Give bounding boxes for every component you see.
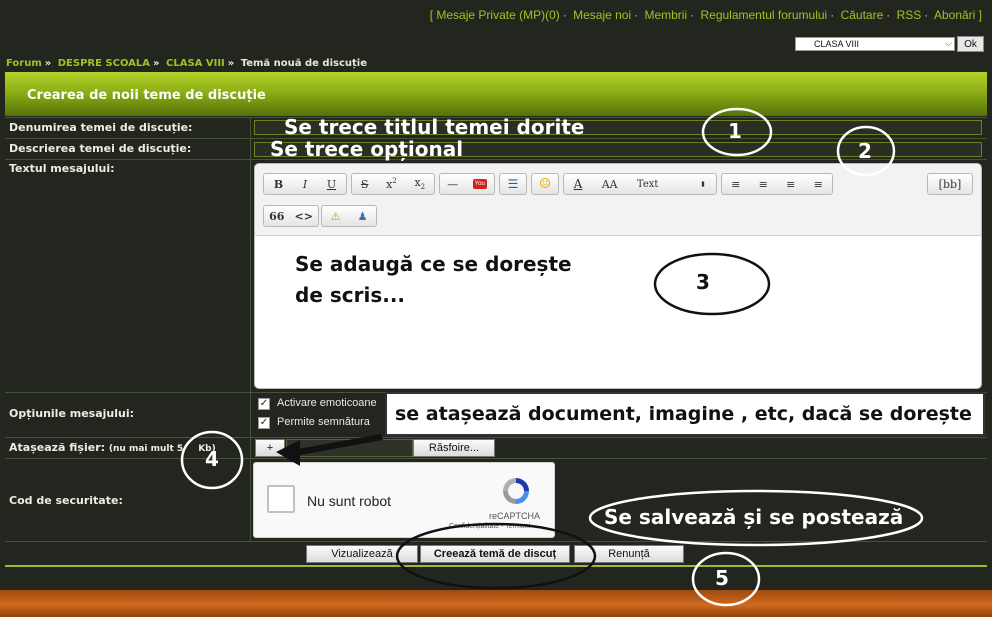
browse-button[interactable]: Răsfoire... <box>413 439 495 457</box>
signature-checkbox[interactable]: ✓ <box>258 417 270 429</box>
quote-code-group: 66 <> <box>263 205 319 227</box>
bold-button[interactable]: B <box>274 178 283 191</box>
add-attachment-button[interactable]: + <box>255 439 285 457</box>
row-divider <box>5 458 987 459</box>
cancel-button[interactable]: Renunță <box>574 545 684 563</box>
row-divider <box>5 437 987 438</box>
insert-group: — You <box>439 173 495 195</box>
message-editor[interactable]: B I U S x2 x2 — You ☰ ☺ A AA Text ⬍ ≡ ≡ … <box>254 163 982 389</box>
annotation-number-5: 5 <box>715 566 729 590</box>
breadcrumb-forum[interactable]: Forum <box>6 58 42 69</box>
form-bottom-border <box>5 565 987 567</box>
link-members[interactable]: Membrii <box>644 8 687 22</box>
breadcrumb-subforum[interactable]: CLASA VIII <box>166 58 225 69</box>
attach-label: Atașează fișier: (nu mai mult 5 Kb) <box>9 441 216 454</box>
script-group: S x2 x2 <box>351 173 435 195</box>
preview-button[interactable]: Vizualizează <box>306 545 418 563</box>
chevron-down-icon: ⌵ <box>945 38 952 48</box>
ok-button[interactable]: Ok <box>957 36 984 52</box>
link-new-messages[interactable]: Mesaje noi <box>573 8 631 22</box>
emoticons-label: Activare emoticoane <box>277 397 377 409</box>
description-label: Descrierea temei de discuție: <box>9 142 192 155</box>
file-path-field[interactable] <box>286 439 413 457</box>
signature-label: Permite semnătura <box>277 416 370 428</box>
column-divider <box>250 117 251 541</box>
title-label: Denumirea temei de discuție: <box>9 121 193 134</box>
recaptcha-brand: reCAPTCHA <box>489 511 541 521</box>
recaptcha-label: Nu sunt robot <box>307 493 392 509</box>
attach-note: (nu mai mult 5 <box>108 444 184 454</box>
underline-button[interactable]: U <box>327 178 336 191</box>
list-button[interactable]: ☰ <box>499 173 527 195</box>
source-mode-button[interactable]: [bb] <box>927 173 973 195</box>
emoticon-button[interactable]: ☺ <box>531 173 559 195</box>
row-divider <box>5 159 987 160</box>
editor-content[interactable]: Se adaugă ce se dorește de scris... <box>295 249 572 311</box>
smiley-icon: ☺ <box>538 176 552 192</box>
annotation-number-4: 4 <box>205 447 219 471</box>
forum-select-value: CLASA VIII <box>814 39 860 49</box>
bullet-list-icon: ☰ <box>507 177 519 191</box>
spoiler-group: ⚠ ♟ <box>321 205 377 227</box>
editor-line-1: Se adaugă ce se dorește <box>295 252 572 276</box>
form-header: Crearea de noii teme de discuție <box>5 72 987 116</box>
form-title: Crearea de noii teme de discuție <box>27 88 266 103</box>
annotation-number-2: 2 <box>858 139 872 163</box>
row-divider <box>5 541 987 542</box>
recaptcha-logo-icon <box>503 478 529 504</box>
subscript-button[interactable]: x2 <box>414 176 425 191</box>
breadcrumb: Forum» DESPRE SCOALA» CLASA VIII» Temă n… <box>6 58 367 69</box>
annotation-post-hint: Se salvează și se postează <box>604 505 904 529</box>
breadcrumb-category[interactable]: DESPRE SCOALA <box>58 58 150 69</box>
security-label: Cod de securitate: <box>9 494 123 507</box>
align-left-icon[interactable]: ≡ <box>731 178 740 191</box>
annotation-number-3: 3 <box>696 270 710 294</box>
forum-select[interactable]: CLASA VIII ⌵ <box>795 37 955 51</box>
font-group: A AA Text ⬍ <box>563 173 717 195</box>
align-right-icon[interactable]: ≡ <box>786 178 795 191</box>
link-search[interactable]: Căutare <box>841 8 884 22</box>
font-family-select[interactable]: Text ⬍ <box>637 179 706 190</box>
options-label: Opțiunile mesajului: <box>9 407 135 420</box>
recaptcha-checkbox[interactable] <box>267 485 295 513</box>
text-color-button[interactable]: A <box>574 177 583 191</box>
annotation-attach-callout: se atașează document, imagine , etc, dac… <box>385 392 985 436</box>
annotation-number-1: 1 <box>728 119 742 143</box>
chevron-down-icon: ⬍ <box>699 179 707 189</box>
superscript-button[interactable]: x2 <box>386 177 397 191</box>
annotation-description-hint: Se trece opțional <box>270 137 464 161</box>
recaptcha-terms-link[interactable]: Confidențialitate - Termeni <box>449 523 530 530</box>
link-private-messages[interactable]: [ Mesaje Private (MP)(0) <box>430 8 560 22</box>
page-footer-bar <box>0 590 992 617</box>
align-center-icon[interactable]: ≡ <box>759 178 768 191</box>
code-button[interactable]: <> <box>295 210 313 223</box>
breadcrumb-current: Temă nouă de discuție <box>240 58 367 69</box>
annotation-title-hint: Se trece titlul temei dorite <box>284 115 585 139</box>
align-group: ≡ ≡ ≡ ≡ <box>721 173 833 195</box>
font-size-button[interactable]: AA <box>602 178 618 191</box>
link-subscriptions[interactable]: Abonări ] <box>934 8 982 22</box>
horizontal-rule-button[interactable]: — <box>447 178 458 191</box>
editor-toolbar: B I U S x2 x2 — You ☰ ☺ A AA Text ⬍ ≡ ≡ … <box>255 164 981 236</box>
user-warning-icon[interactable]: ♟ <box>358 210 368 223</box>
link-rules[interactable]: Regulamentul forumului <box>700 8 827 22</box>
format-group: B I U <box>263 173 347 195</box>
recaptcha-widget: Nu sunt robot reCAPTCHA Confidențialitat… <box>253 462 555 538</box>
strikethrough-button[interactable]: S <box>361 178 369 191</box>
attach-label-text: Atașează fișier: <box>9 441 106 454</box>
youtube-button[interactable]: You <box>472 179 487 189</box>
create-topic-button[interactable]: Creează temă de discuț <box>420 545 570 563</box>
align-justify-icon[interactable]: ≡ <box>814 178 823 191</box>
message-text-label: Textul mesajului: <box>9 162 115 175</box>
italic-button[interactable]: I <box>303 178 307 191</box>
editor-line-2: de scris... <box>295 283 406 307</box>
warning-icon[interactable]: ⚠ <box>331 210 341 223</box>
link-rss[interactable]: RSS <box>897 8 922 22</box>
quote-button[interactable]: 66 <box>269 210 284 223</box>
annotation-attach-hint: se atașează document, imagine , etc, dac… <box>395 403 972 425</box>
top-links: [ Mesaje Private (MP)(0) · Mesaje noi · Me… <box>429 8 982 22</box>
emoticons-checkbox[interactable]: ✓ <box>258 398 270 410</box>
